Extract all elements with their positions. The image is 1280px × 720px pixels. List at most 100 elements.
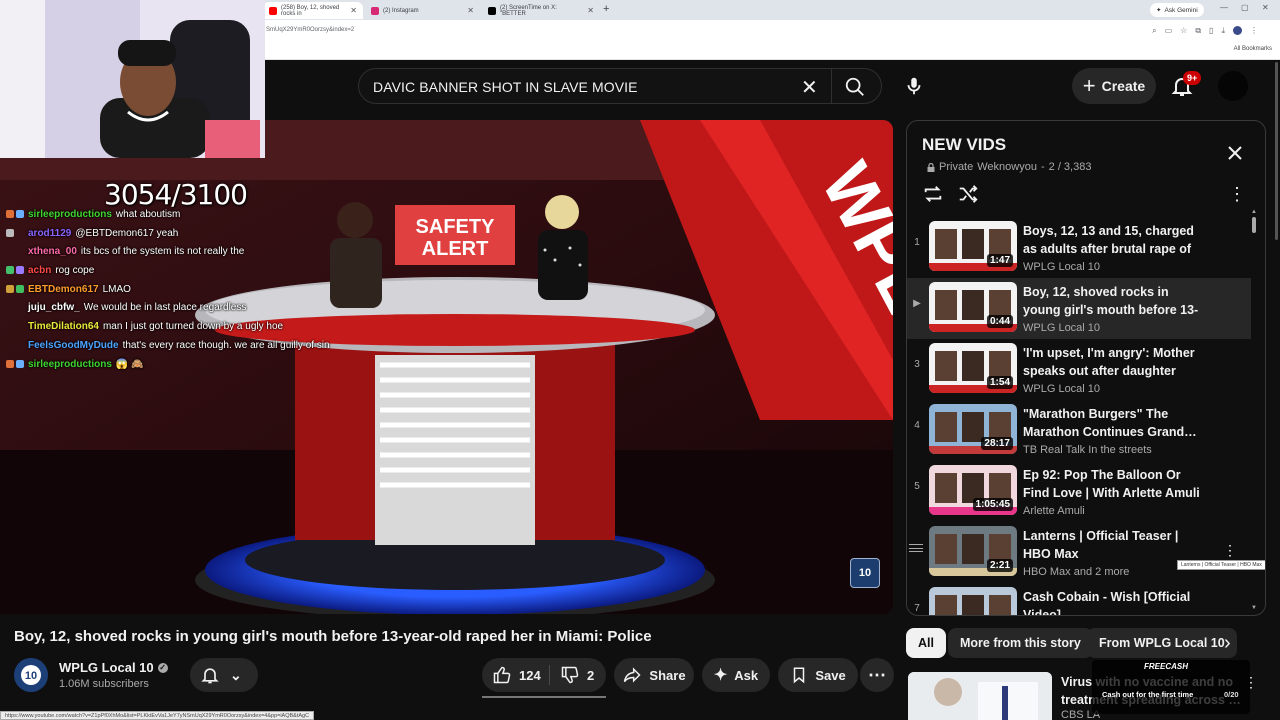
loop-icon[interactable] <box>922 183 944 205</box>
playlist-item[interactable]: 2:21 Lanterns | Official Teaser | HBO Max… <box>907 522 1265 583</box>
playlist-menu-icon[interactable]: ⋮ <box>1228 184 1246 205</box>
close-playlist-icon[interactable] <box>1225 143 1245 163</box>
playlist-item[interactable]: 3 1:54 'I'm upset, I'm angry': Mother spea… <box>907 339 1251 400</box>
playlist-item-index: 7 <box>914 603 920 614</box>
page-scrollbar-thumb[interactable] <box>1275 62 1278 240</box>
chat-badge-icon <box>6 266 14 275</box>
video-duration: 28:17 <box>981 437 1013 450</box>
drag-handle-icon[interactable] <box>909 544 923 552</box>
playlist-item-channel[interactable]: WPLG Local 10 <box>1023 261 1100 273</box>
chat-message: TimeDilation64 man I just got turned down… <box>6 318 426 337</box>
page-scrollbar[interactable] <box>1273 62 1280 242</box>
playlist-item-thumbnail[interactable]: 1:05:45 <box>929 465 1017 515</box>
gemini-sparkle-icon: ✦ <box>1156 7 1162 14</box>
chip-more-from-story[interactable]: More from this story <box>948 628 1093 658</box>
playlist-item-channel[interactable]: WPLG Local 10 <box>1023 383 1100 395</box>
playlist-item-index: 1 <box>914 237 920 248</box>
chip-all[interactable]: All <box>906 628 946 658</box>
search-input[interactable]: DAVIC BANNER SHOT IN SLAVE MOVIE <box>373 79 638 95</box>
extensions-icon[interactable]: ⧉ <box>1195 26 1201 36</box>
close-tab-icon[interactable]: ✕ <box>467 6 474 15</box>
playlist-item[interactable]: 5 1:05:45 Ep 92: Pop The Balloon Or Find L… <box>907 461 1251 522</box>
channel-name[interactable]: WPLG Local 10 ✓ <box>59 660 168 675</box>
playlist-item-title[interactable]: Boy, 12, shoved rocks in young girl's mo… <box>1023 284 1209 319</box>
shuffle-icon[interactable] <box>957 183 979 205</box>
chat-badge-icon <box>6 210 14 218</box>
chat-message: sirleeproductions what aboutism <box>6 206 426 225</box>
playlist-title[interactable]: NEW VIDS <box>922 135 1006 155</box>
playlist-item-title[interactable]: Boys, 12, 13 and 15, charged as adults a… <box>1023 223 1209 258</box>
chevron-right-icon[interactable]: › <box>1224 632 1231 655</box>
browser-tab-instagram[interactable]: (2) Instagram ✕ <box>365 2 480 19</box>
close-tab-icon[interactable]: ✕ <box>350 6 357 15</box>
playlist-item-thumbnail[interactable] <box>929 587 1017 615</box>
video-title: Boy, 12, shoved rocks in young girl's mo… <box>14 628 652 645</box>
webcam-feed <box>0 0 265 158</box>
playlist-item[interactable]: 7 Cash Cobain - Wish [Official Video] <box>907 583 1251 615</box>
cast-icon[interactable]: ▭ <box>1165 26 1173 36</box>
browser-tab-youtube[interactable]: (258) Boy, 12, shoved rocks in ✕ <box>263 2 363 19</box>
item-menu-icon[interactable]: ⋮ <box>1223 542 1237 559</box>
ask-button[interactable]: ✦ Ask <box>702 658 770 692</box>
playlist-scrollbar[interactable] <box>1252 217 1256 233</box>
playlist-item-thumbnail[interactable]: 0:44 <box>929 282 1017 332</box>
playlist-item[interactable]: 4 28:17 "Marathon Burgers" The Marathon Co… <box>907 400 1251 461</box>
new-tab-button[interactable]: + <box>603 3 609 15</box>
profile-icon[interactable] <box>1233 26 1242 35</box>
playlist-item-channel[interactable]: TB Real Talk In the streets <box>1023 444 1152 456</box>
playlist-item-thumbnail[interactable]: 1:54 <box>929 343 1017 393</box>
playlist-item[interactable]: 1 1:47 Boys, 12, 13 and 15, charged as adu… <box>907 217 1251 278</box>
playlist-item-title[interactable]: 'I'm upset, I'm angry': Mother speaks ou… <box>1023 345 1209 380</box>
account-avatar[interactable] <box>1218 71 1248 101</box>
share-button[interactable]: Share <box>614 658 694 692</box>
maximize-window-icon[interactable]: ▢ <box>1241 3 1249 12</box>
more-actions-button[interactable]: ⋯ <box>860 658 894 692</box>
local10-watermark: 10 <box>850 558 880 588</box>
browser-tab-x[interactable]: (2) ScreenTime on X: "BETTER ✕ <box>482 2 600 19</box>
playlist-item-title[interactable]: Ep 92: Pop The Balloon Or Find Love | Wi… <box>1023 467 1209 502</box>
playlist-item-thumbnail[interactable]: 1:47 <box>929 221 1017 271</box>
playlist-item-title[interactable]: "Marathon Burgers" The Marathon Continue… <box>1023 406 1209 441</box>
clear-search-icon[interactable]: ✕ <box>801 75 818 100</box>
playlist-item-thumbnail[interactable]: 28:17 <box>929 404 1017 454</box>
playlist-item-index: 3 <box>914 359 920 370</box>
close-window-icon[interactable]: ✕ <box>1262 3 1269 12</box>
create-label: Create <box>1101 78 1146 94</box>
playlist-owner[interactable]: Weknowyou <box>977 161 1037 173</box>
like-button[interactable]: 124 <box>492 658 541 692</box>
local10-logo-icon: 10 <box>14 658 48 692</box>
chat-badge-icon <box>6 228 14 237</box>
bookmark-star-icon[interactable]: ☆ <box>1180 26 1187 36</box>
chat-badge-icon <box>6 284 14 293</box>
dislike-button[interactable]: 2 <box>560 658 594 692</box>
download-icon[interactable]: ⤓ <box>1221 26 1225 36</box>
playlist-item-channel[interactable]: WPLG Local 10 <box>1023 322 1100 334</box>
playlist-item-title[interactable]: Cash Cobain - Wish [Official Video] <box>1023 589 1209 615</box>
bookmark-icon <box>794 667 805 684</box>
playlist-item[interactable]: ▶ 0:44 Boy, 12, shoved rocks in young girl… <box>907 278 1251 339</box>
channel-avatar[interactable]: 10 <box>14 658 48 692</box>
url-field[interactable]: SmUqX29YmR0Oorzsy&index=2 <box>266 27 354 33</box>
playlist-item-channel[interactable]: HBO Max and 2 more <box>1023 566 1129 578</box>
search-box[interactable]: DAVIC BANNER SHOT IN SLAVE MOVIE ✕ <box>358 68 882 104</box>
save-button[interactable]: Save <box>778 658 858 692</box>
all-bookmarks-button[interactable]: All Bookmarks <box>1234 46 1272 52</box>
scroll-up-icon[interactable]: ▲ <box>1251 209 1257 215</box>
subscription-bell-button[interactable]: ⌄ <box>190 658 258 692</box>
microphone-icon[interactable] <box>903 74 925 98</box>
zoom-icon[interactable]: ⌕ <box>1152 26 1156 36</box>
create-button[interactable]: + Create <box>1072 68 1156 104</box>
recommended-thumbnail[interactable] <box>908 672 1052 720</box>
sidebar-icon[interactable]: ▯ <box>1209 26 1213 36</box>
search-icon[interactable] <box>844 76 866 98</box>
playlist-item-channel[interactable]: Arlette Amuli <box>1023 505 1085 517</box>
playlist-item-thumbnail[interactable]: 2:21 <box>929 526 1017 576</box>
close-tab-icon[interactable]: ✕ <box>587 6 594 15</box>
ask-gemini-button[interactable]: ✦ Ask Gemini <box>1150 3 1204 17</box>
minimize-window-icon[interactable]: — <box>1220 3 1228 12</box>
playlist-item-title[interactable]: Lanterns | Official Teaser | HBO Max <box>1023 528 1209 563</box>
scroll-down-icon[interactable]: ▼ <box>1251 605 1257 611</box>
like-dislike-group: 124 2 <box>482 658 606 692</box>
chip-from-wplg[interactable]: From WPLG Local 10 <box>1087 628 1237 658</box>
browser-menu-icon[interactable]: ⋮ <box>1250 26 1258 36</box>
